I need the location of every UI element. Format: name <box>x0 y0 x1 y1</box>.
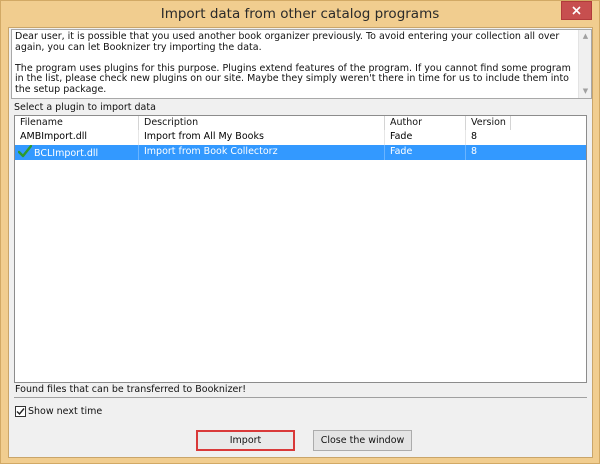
show-next-time-label: Show next time <box>28 406 103 417</box>
column-header-description[interactable]: Description <box>139 116 385 130</box>
scroll-up-icon[interactable]: ▲ <box>581 32 590 41</box>
plugin-row-ambimport[interactable]: AMBImport.dll Import from All My Books F… <box>15 130 586 145</box>
intro-textbox[interactable]: Dear user, it is possible that you used … <box>11 29 592 99</box>
divider <box>14 397 587 398</box>
column-header-filename[interactable]: Filename <box>15 116 139 130</box>
plugin-list[interactable]: Filename Description Author Version AMBI… <box>14 115 587 383</box>
intro-scrollbar[interactable]: ▲ ▼ <box>578 30 591 98</box>
column-header-version[interactable]: Version <box>466 116 511 130</box>
filename-text: BCLImport.dll <box>34 148 99 159</box>
checkbox-check-icon <box>16 408 25 416</box>
intro-paragraph-1: Dear user, it is possible that you used … <box>15 31 560 53</box>
intro-paragraph-2: The program uses plugins for this purpos… <box>15 62 571 95</box>
cell-description: Import from All My Books <box>139 130 385 145</box>
close-icon <box>572 6 581 15</box>
dialog-client-area: Dear user, it is possible that you used … <box>8 27 593 458</box>
plugin-row-bclimport[interactable]: BCLImport.dll Import from Book Collector… <box>15 145 586 160</box>
status-text: Found files that can be transferred to B… <box>15 384 247 395</box>
import-dialog-window: Import data from other catalog programs … <box>0 0 600 464</box>
window-title: Import data from other catalog programs <box>160 6 440 22</box>
cell-author: Fade <box>385 145 466 160</box>
intro-text: Dear user, it is possible that you used … <box>15 31 578 106</box>
checkmark-icon <box>18 145 32 158</box>
column-header-author[interactable]: Author <box>385 116 466 130</box>
show-next-time-option[interactable]: Show next time <box>15 406 102 417</box>
show-next-time-checkbox[interactable] <box>15 406 26 417</box>
cell-filename: AMBImport.dll <box>15 130 139 145</box>
plugin-group-label: Select a plugin to import data <box>14 102 156 113</box>
cell-author: Fade <box>385 130 466 145</box>
plugin-list-header: Filename Description Author Version <box>15 116 511 130</box>
close-window-button[interactable]: Close the window <box>313 430 412 451</box>
scroll-down-icon[interactable]: ▼ <box>581 87 590 96</box>
cell-version: 8 <box>471 146 478 157</box>
cell-version: 8 <box>471 131 478 142</box>
import-button[interactable]: Import <box>196 430 295 451</box>
cell-description: Import from Book Collectorz <box>139 145 385 160</box>
title-bar[interactable]: Import data from other catalog programs <box>1 1 599 27</box>
window-close-button[interactable] <box>561 1 592 20</box>
filename-text: AMBImport.dll <box>20 131 88 142</box>
cell-filename: BCLImport.dll <box>15 145 139 160</box>
